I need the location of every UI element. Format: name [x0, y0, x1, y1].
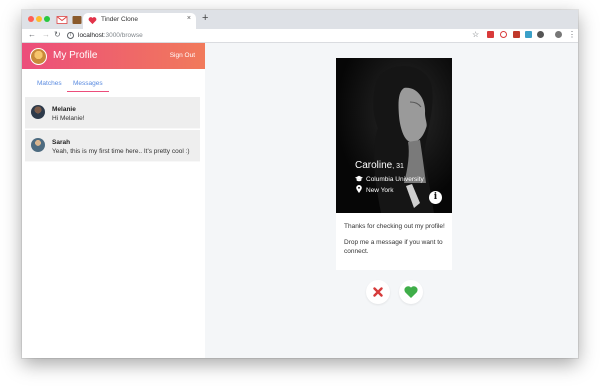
profile-location-text: New York	[366, 187, 394, 194]
extension-icon[interactable]	[513, 31, 520, 38]
gmail-icon[interactable]	[56, 14, 68, 26]
url-path: :3000/browse	[103, 32, 143, 39]
extension-icon[interactable]	[525, 31, 532, 38]
profile-bio-line: Drop me a message if you want to connect…	[344, 239, 443, 255]
star-icon[interactable]: ☆	[472, 30, 479, 39]
browser-tab[interactable]: Tinder Clone ×	[83, 13, 196, 29]
info-button[interactable]: i	[429, 191, 442, 204]
close-icon	[373, 287, 383, 297]
tab-strip: Tinder Clone × +	[22, 10, 578, 29]
profile-photo: Caroline, 31 Columbia University New Yor…	[336, 58, 452, 213]
minimize-window-button[interactable]	[36, 16, 42, 22]
page-title: My Profile	[53, 50, 98, 61]
extension-icon[interactable]	[487, 31, 494, 38]
maximize-window-button[interactable]	[44, 16, 50, 22]
extension-icon[interactable]	[71, 14, 83, 26]
portrait-image	[336, 58, 452, 213]
url-host: localhost	[78, 32, 104, 39]
graduation-cap-icon	[355, 175, 363, 182]
profile-card: Caroline, 31 Columbia University New Yor…	[336, 58, 452, 270]
extension-icon[interactable]	[500, 31, 507, 38]
forward-icon[interactable]: →	[42, 30, 50, 39]
profile-school-text: Columbia University	[366, 176, 424, 183]
profile-bio-line: Thanks for checking out my profile!	[344, 223, 445, 230]
app: My Profile Sign Out Matches Messages Mel…	[22, 43, 578, 358]
profile-header: My Profile Sign Out	[22, 43, 205, 69]
address-bar[interactable]: i localhost:3000/browse	[66, 31, 466, 41]
new-tab-button[interactable]: +	[202, 12, 208, 24]
active-tab-indicator	[67, 91, 109, 92]
conversation-message: Yeah, this is my first time here.. It's …	[52, 148, 190, 155]
close-tab-icon[interactable]: ×	[187, 15, 191, 22]
sign-out-button[interactable]: Sign Out	[170, 52, 195, 59]
browser-toolbar: ← → ↻ i localhost:3000/browse ☆ ⋮	[22, 29, 578, 43]
profile-location: New York	[355, 185, 393, 194]
heart-icon	[404, 286, 418, 298]
profile-school: Columbia University	[355, 175, 424, 183]
avatar[interactable]	[30, 48, 47, 65]
back-icon[interactable]: ←	[28, 30, 36, 39]
site-info-icon[interactable]: i	[67, 32, 74, 39]
avatar	[31, 105, 45, 119]
menu-icon[interactable]: ⋮	[568, 30, 576, 39]
close-window-button[interactable]	[28, 16, 34, 22]
location-pin-icon	[356, 185, 362, 193]
like-button[interactable]	[399, 280, 423, 304]
conversation-message: Hi Melanie!	[52, 115, 85, 122]
tab-bar: Matches Messages	[22, 69, 205, 95]
sidebar: My Profile Sign Out Matches Messages Mel…	[22, 43, 205, 358]
conversation-name: Melanie	[52, 106, 76, 113]
tab-messages[interactable]: Messages	[73, 80, 103, 87]
heart-favicon	[88, 17, 97, 25]
profile-name: Caroline, 31	[355, 160, 404, 171]
list-item[interactable]: Sarah Yeah, this is my first time here..…	[25, 130, 200, 162]
profile-avatar-icon[interactable]	[555, 31, 562, 38]
conversation-name: Sarah	[52, 139, 71, 146]
reload-icon[interactable]: ↻	[54, 30, 61, 39]
avatar	[31, 138, 45, 152]
profile-name-text: Caroline	[355, 160, 393, 171]
url-text: localhost:3000/browse	[78, 32, 143, 39]
main-panel: Caroline, 31 Columbia University New Yor…	[205, 43, 578, 358]
tab-title: Tinder Clone	[101, 16, 138, 23]
tab-matches[interactable]: Matches	[37, 80, 62, 87]
list-item[interactable]: Melanie Hi Melanie!	[25, 97, 200, 129]
dislike-button[interactable]	[366, 280, 390, 304]
extension-icon[interactable]	[537, 31, 544, 38]
browser-window: Tinder Clone × + ← → ↻ i localhost:3000/…	[22, 10, 578, 358]
profile-age: , 31	[392, 163, 404, 170]
